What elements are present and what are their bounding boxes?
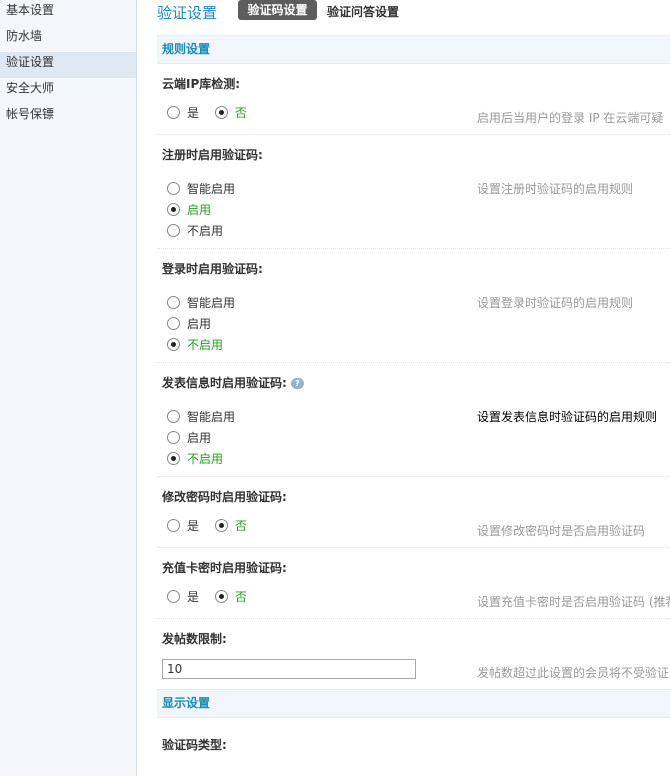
cloud-ip-option-no[interactable]: 否: [214, 104, 247, 122]
page-title: 验证设置: [157, 4, 218, 22]
post-option-enable[interactable]: 启用: [167, 429, 211, 447]
section-rules-title: 规则设置: [162, 42, 211, 56]
sidebar-item-firewall[interactable]: 防水墙: [0, 26, 136, 52]
recharge-options: 是 否: [167, 588, 259, 606]
cloud-ip-label: 云端IP库检测:: [162, 77, 241, 91]
radio-unchecked-icon[interactable]: [167, 519, 180, 532]
recharge-option-yes[interactable]: 是: [167, 588, 199, 606]
login-captcha-hint: 设置登录时验证码的启用规则: [477, 296, 634, 310]
post-limit-label: 发帖数限制:: [162, 632, 227, 646]
post-limit-hint: 发帖数超过此设置的会员将不受验证: [477, 666, 670, 680]
radio-checked-icon[interactable]: [167, 338, 180, 351]
sidebar-item-security-master[interactable]: 安全大师: [0, 78, 136, 104]
radio-unchecked-icon[interactable]: [167, 590, 180, 603]
login-captcha-label: 登录时启用验证码:: [162, 262, 263, 276]
change-password-option-yes[interactable]: 是: [167, 517, 199, 535]
divider: [157, 134, 670, 135]
post-captcha-label: 发表信息时启用验证码:?: [162, 374, 304, 391]
post-limit-input[interactable]: [162, 659, 416, 679]
radio-unchecked-icon[interactable]: [167, 410, 180, 423]
post-captcha-hint: 设置发表信息时验证码的启用规则: [477, 410, 658, 424]
recharge-captcha-label: 充值卡密时启用验证码:: [162, 561, 287, 575]
register-captcha-label: 注册时启用验证码:: [162, 148, 263, 162]
sidebar-item-account-guard[interactable]: 帐号保镖: [0, 104, 136, 130]
tab-qa-settings[interactable]: 验证问答设置: [327, 3, 399, 20]
divider: [157, 547, 670, 548]
sidebar: 基本设置 防水墙 验证设置 安全大师 帐号保镖: [0, 0, 137, 776]
radio-unchecked-icon[interactable]: [167, 224, 180, 237]
section-display-title: 显示设置: [162, 696, 211, 710]
cloud-ip-option-yes[interactable]: 是: [167, 104, 199, 122]
divider: [157, 248, 670, 249]
tab-captcha-settings[interactable]: 验证码设置: [238, 0, 317, 20]
login-option-enable[interactable]: 启用: [167, 315, 211, 333]
captcha-type-label: 验证码类型:: [162, 738, 227, 752]
cloud-ip-options: 是 否: [167, 104, 259, 122]
radio-checked-icon[interactable]: [214, 106, 228, 119]
change-password-captcha-label: 修改密码时启用验证码:: [162, 490, 287, 504]
help-icon[interactable]: ?: [290, 378, 304, 389]
radio-unchecked-icon[interactable]: [167, 431, 180, 444]
divider: [157, 476, 670, 477]
register-option-smart[interactable]: 智能启用: [167, 180, 235, 198]
radio-checked-icon[interactable]: [167, 203, 180, 216]
divider: [157, 618, 670, 619]
change-password-option-no[interactable]: 否: [214, 517, 247, 535]
change-password-options: 是 否: [167, 517, 259, 535]
divider: [157, 362, 670, 363]
post-option-disable[interactable]: 不启用: [167, 450, 223, 468]
main-content: 验证设置 验证码设置 验证问答设置 规则设置 云端IP库检测: 是 否 启用后当…: [137, 0, 670, 776]
radio-unchecked-icon[interactable]: [167, 182, 180, 195]
cloud-ip-hint: 启用后当用户的登录 IP 在云端可疑: [477, 111, 664, 125]
radio-unchecked-icon[interactable]: [167, 296, 180, 309]
login-option-disable[interactable]: 不启用: [167, 336, 223, 354]
section-rules-header: 规则设置: [157, 35, 670, 64]
register-option-disable[interactable]: 不启用: [167, 222, 223, 240]
change-password-captcha-hint: 设置修改密码时是否启用验证码: [477, 524, 646, 538]
sidebar-item-verification[interactable]: 验证设置: [0, 52, 136, 78]
radio-checked-icon[interactable]: [167, 452, 180, 465]
radio-unchecked-icon[interactable]: [167, 106, 180, 119]
section-display-header: 显示设置: [157, 689, 670, 718]
recharge-captcha-hint: 设置充值卡密时是否启用验证码 (推荐: [477, 595, 670, 609]
radio-checked-icon[interactable]: [214, 519, 228, 532]
register-option-enable[interactable]: 启用: [167, 201, 211, 219]
sidebar-item-basic[interactable]: 基本设置: [0, 0, 136, 26]
register-captcha-hint: 设置注册时验证码的启用规则: [477, 182, 634, 196]
login-option-smart[interactable]: 智能启用: [167, 294, 235, 312]
post-option-smart[interactable]: 智能启用: [167, 408, 235, 426]
radio-checked-icon[interactable]: [214, 590, 228, 603]
recharge-option-no[interactable]: 否: [214, 588, 247, 606]
radio-unchecked-icon[interactable]: [167, 317, 180, 330]
